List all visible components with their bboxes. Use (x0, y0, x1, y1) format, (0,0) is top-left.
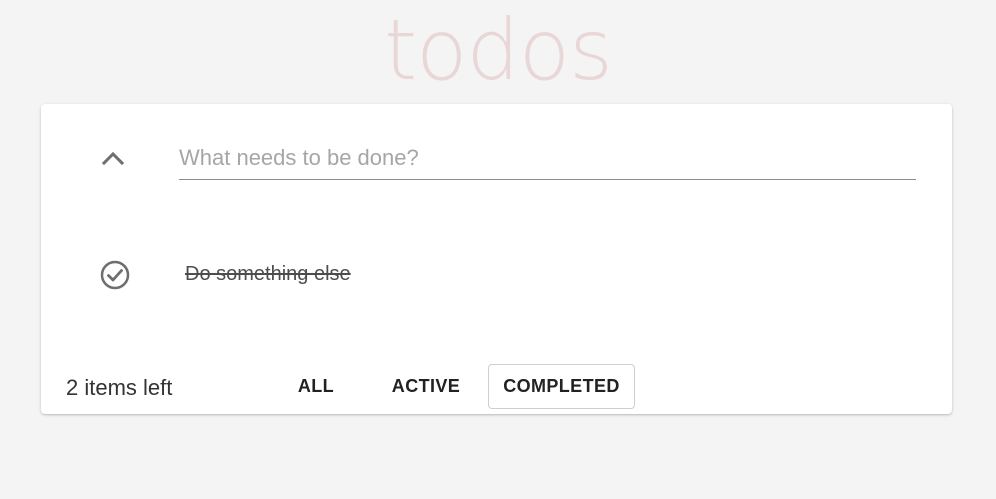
filter-completed-button[interactable]: COMPLETED (488, 364, 635, 409)
todo-complete-toggle[interactable] (99, 259, 131, 291)
items-left-count: 2 items left (66, 375, 173, 400)
filter-all-button[interactable]: ALL (288, 364, 344, 409)
new-todo-input[interactable] (179, 140, 916, 180)
todo-card: Do something else 2 items left ALL ACTIV… (41, 104, 952, 414)
chevron-up-icon (101, 151, 125, 165)
app-title: todos (384, 1, 613, 99)
todo-footer: 2 items left ALL ACTIVE COMPLETED (41, 364, 952, 414)
todo-label[interactable]: Do something else (185, 262, 351, 286)
todo-list-item: Do something else (41, 244, 952, 304)
todo-app: todos Do something else 2 items left ALL… (0, 0, 996, 499)
check-circle-icon (100, 260, 130, 290)
filter-active-button[interactable]: ACTIVE (381, 364, 471, 409)
toggle-all-button[interactable] (97, 144, 129, 172)
